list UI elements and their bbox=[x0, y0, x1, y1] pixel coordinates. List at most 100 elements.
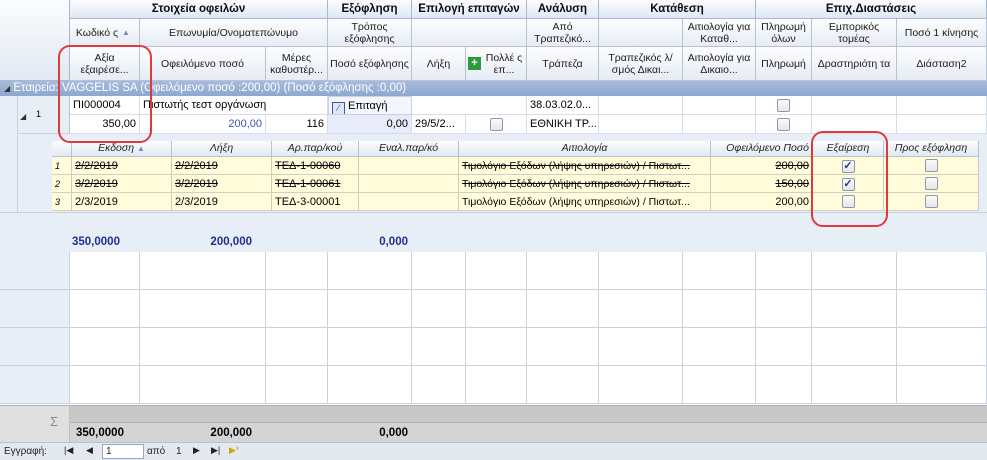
pay-all-checkbox[interactable] bbox=[777, 99, 790, 112]
pay-all-cell[interactable] bbox=[756, 96, 812, 115]
col-header-from-bank[interactable]: Από Τραπεζικό... bbox=[527, 19, 599, 47]
empty-cell[interactable] bbox=[466, 290, 527, 328]
empty-cell[interactable] bbox=[412, 252, 466, 290]
empty-cell[interactable] bbox=[599, 366, 683, 404]
col-header-owed[interactable]: Οφειλόμενο ποσό bbox=[140, 47, 266, 81]
empty-cell[interactable] bbox=[756, 366, 812, 404]
empty-cell[interactable] bbox=[70, 252, 140, 290]
empty-cell[interactable] bbox=[756, 290, 812, 328]
col-header-due[interactable]: Λήξη bbox=[412, 47, 466, 81]
empty-cell[interactable] bbox=[328, 290, 412, 328]
empty-cell[interactable] bbox=[266, 290, 328, 328]
multi-checkbox[interactable] bbox=[489, 118, 503, 131]
col-header-multi[interactable]: + Πολλέ ς επ... bbox=[466, 47, 527, 81]
col-header-code[interactable]: Κωδικό ς ▲ bbox=[70, 19, 140, 47]
detail-header-alt[interactable]: Εναλ.παρ/κό bbox=[359, 141, 459, 157]
last-record-button[interactable]: ▶| bbox=[211, 445, 220, 456]
method-cell[interactable]: ⁄ Επιταγή bbox=[328, 96, 412, 115]
empty-cell[interactable] bbox=[140, 252, 266, 290]
empty-cell[interactable] bbox=[466, 328, 527, 366]
empty-cell[interactable] bbox=[266, 366, 328, 404]
detail-reason-cell[interactable]: Τιμολόγιο Εξόδων (λήψης υπηρεσιών) / Πισ… bbox=[459, 175, 711, 193]
col-header-name[interactable]: Επωνυμία/Ονοματεπώνυμο bbox=[140, 19, 328, 47]
detail-issue-cell[interactable]: 2/3/2019 bbox=[72, 193, 172, 211]
empty-cell[interactable] bbox=[412, 328, 466, 366]
empty-cell[interactable] bbox=[812, 328, 897, 366]
days-late-cell[interactable]: 116 bbox=[266, 115, 328, 134]
detail-due-cell[interactable]: 3/2/2019 bbox=[172, 175, 272, 193]
detail-header-issue[interactable]: Εκδοση ▲ bbox=[72, 141, 172, 157]
detail-alt-cell[interactable] bbox=[359, 193, 459, 211]
empty-cell[interactable] bbox=[466, 366, 527, 404]
to-pay-checkbox[interactable] bbox=[924, 195, 938, 208]
payment-checkbox[interactable] bbox=[777, 118, 790, 131]
col-header-payment[interactable]: Πληρωμή bbox=[756, 47, 812, 81]
collapse-icon[interactable]: ◢ bbox=[4, 84, 10, 93]
empty-cell[interactable] bbox=[756, 328, 812, 366]
empty-cell[interactable] bbox=[70, 328, 140, 366]
empty-cell[interactable] bbox=[412, 366, 466, 404]
record-input[interactable]: 1 bbox=[102, 444, 144, 459]
detail-issue-cell[interactable]: 3/2/2019 bbox=[72, 175, 172, 193]
empty-cell[interactable] bbox=[70, 290, 140, 328]
multi-cell[interactable] bbox=[466, 115, 527, 134]
detail-header-reason[interactable]: Αιτιολογία bbox=[459, 141, 711, 157]
detail-issue-cell[interactable]: 2/2/2019 bbox=[72, 157, 172, 175]
col-header-sector[interactable]: Εμπορικός τομέας bbox=[812, 19, 897, 47]
due-cell[interactable]: 29/5/2... bbox=[412, 115, 466, 134]
detail-reason-cell[interactable]: Τιμολόγιο Εξόδων (λήψης υπηρεσιών) / Πισ… bbox=[459, 193, 711, 211]
paid-cell[interactable]: 0,00 bbox=[328, 115, 412, 134]
new-record-button[interactable]: ▶* bbox=[229, 445, 239, 456]
empty-cell[interactable] bbox=[756, 252, 812, 290]
payment-cell[interactable] bbox=[756, 115, 812, 134]
empty-cell[interactable] bbox=[328, 366, 412, 404]
empty-cell[interactable] bbox=[527, 328, 599, 366]
detail-alt-cell[interactable] bbox=[359, 175, 459, 193]
detail-amount-cell[interactable]: 150,00 bbox=[711, 175, 813, 193]
detail-alt-cell[interactable] bbox=[359, 157, 459, 175]
col-header-method[interactable]: Τρόπος εξόφλησης bbox=[328, 19, 412, 47]
detail-doc-cell[interactable]: ΤΕΔ-1-00061 bbox=[272, 175, 359, 193]
to-pay-checkbox[interactable] bbox=[924, 159, 938, 172]
empty-cell[interactable] bbox=[266, 328, 328, 366]
col-header-amount1[interactable]: Ποσό 1 κίνησης bbox=[897, 19, 987, 47]
col-header-pay-all[interactable]: Πληρωμή όλων bbox=[756, 19, 812, 47]
detail-due-cell[interactable]: 2/3/2019 bbox=[172, 193, 272, 211]
next-record-button[interactable]: ▶ bbox=[193, 445, 200, 456]
empty-cell[interactable] bbox=[266, 252, 328, 290]
detail-amount-cell[interactable]: 200,00 bbox=[711, 193, 813, 211]
col-header-activity[interactable]: Δραστηριότη τα bbox=[812, 47, 897, 81]
empty-cell[interactable] bbox=[683, 366, 756, 404]
detail-to-pay-cell[interactable] bbox=[884, 193, 979, 211]
first-record-button[interactable]: |◀ bbox=[64, 445, 73, 456]
to-pay-checkbox[interactable] bbox=[924, 177, 938, 190]
empty-cell[interactable] bbox=[897, 290, 987, 328]
col-header-dimension2[interactable]: Διάσταση2 bbox=[897, 47, 987, 81]
bank-cell[interactable]: ΕΘΝΙΚΗ ΤΡ... bbox=[527, 115, 599, 134]
empty-cell[interactable] bbox=[466, 252, 527, 290]
empty-cell[interactable] bbox=[683, 290, 756, 328]
empty-cell[interactable] bbox=[70, 366, 140, 404]
empty-cell[interactable] bbox=[527, 252, 599, 290]
col-header-days-late[interactable]: Μέρες καθυστέρ... bbox=[266, 47, 328, 81]
detail-header-doc[interactable]: Αρ.παρ/κού bbox=[272, 141, 359, 157]
detail-header-due[interactable]: Λήξη bbox=[172, 141, 272, 157]
detail-due-cell[interactable]: 2/2/2019 bbox=[172, 157, 272, 175]
detail-reason-cell[interactable]: Τιμολόγιο Εξόδων (λήψης υπηρεσιών) / Πισ… bbox=[459, 157, 711, 175]
empty-cell[interactable] bbox=[683, 252, 756, 290]
empty-cell[interactable] bbox=[683, 328, 756, 366]
expand-icon[interactable]: ◢ bbox=[20, 112, 26, 121]
detail-amount-cell[interactable]: 200,00 bbox=[711, 157, 813, 175]
from-bank-cell[interactable]: 38.03.02.0... bbox=[527, 96, 599, 115]
col-header-reason[interactable]: Αιτιολογία για Δικαιο... bbox=[683, 47, 756, 81]
detail-to-pay-cell[interactable] bbox=[884, 157, 979, 175]
detail-doc-cell[interactable]: ΤΕΔ-1-00060 bbox=[272, 157, 359, 175]
empty-cell[interactable] bbox=[812, 252, 897, 290]
detail-header-amount[interactable]: Οφειλόμενο Ποσό bbox=[711, 141, 813, 157]
owed-cell[interactable]: 200,00 bbox=[140, 115, 266, 134]
name-cell[interactable]: Πιστωτής τεστ οργάνωση bbox=[140, 96, 328, 115]
empty-cell[interactable] bbox=[897, 366, 987, 404]
empty-cell[interactable] bbox=[140, 366, 266, 404]
empty-cell[interactable] bbox=[328, 252, 412, 290]
empty-cell[interactable] bbox=[140, 328, 266, 366]
